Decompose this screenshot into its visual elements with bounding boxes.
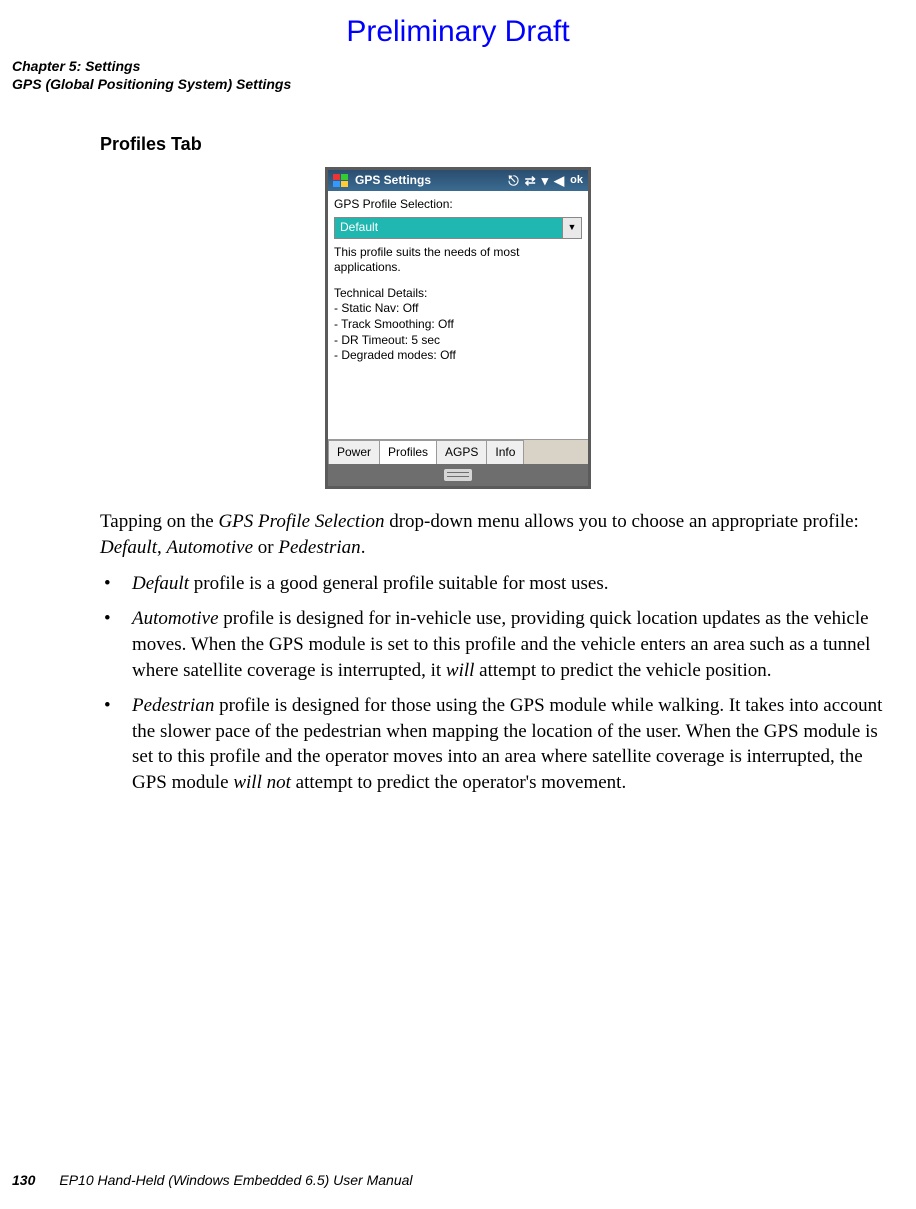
text: attempt to predict the vehicle position. xyxy=(474,660,771,681)
term-pedestrian: Pedestrian xyxy=(278,537,360,558)
term-automotive: Automotive xyxy=(132,608,219,629)
text: , xyxy=(157,537,167,558)
volume-icon[interactable]: ◀ xyxy=(554,174,564,187)
tech-degraded: Degraded modes: Off xyxy=(334,348,582,364)
section-title: Profiles Tab xyxy=(100,133,904,156)
tech-dr-timeout: DR Timeout: 5 sec xyxy=(334,333,582,349)
bullet-default: Default profile is a good general profil… xyxy=(100,571,892,597)
profile-dropdown[interactable]: Default ▼ xyxy=(334,217,582,239)
start-flag-icon[interactable] xyxy=(333,174,349,188)
page-footer: 130 EP10 Hand-Held (Windows Embedded 6.5… xyxy=(12,1171,413,1189)
tech-track-smoothing: Track Smoothing: Off xyxy=(334,317,582,333)
draft-banner: Preliminary Draft xyxy=(12,12,904,51)
section-header: GPS (Global Positioning System) Settings xyxy=(12,75,904,93)
window-title: GPS Settings xyxy=(355,173,431,189)
term-default: Default xyxy=(100,537,157,558)
sync-icon[interactable]: ⇄ xyxy=(525,174,536,187)
profile-description: This profile suits the needs of most app… xyxy=(334,245,582,276)
ok-button[interactable]: ok xyxy=(570,173,583,187)
text: Tapping on the xyxy=(100,511,218,532)
device-body: GPS Profile Selection: Default ▼ This pr… xyxy=(328,191,588,439)
signal-icon[interactable]: ▾ xyxy=(542,174,549,187)
technical-details-list: Static Nav: Off Track Smoothing: Off DR … xyxy=(334,301,582,363)
term-gps-profile-selection: GPS Profile Selection xyxy=(218,511,384,532)
tab-profiles[interactable]: Profiles xyxy=(379,440,437,465)
profile-selection-label: GPS Profile Selection: xyxy=(334,197,582,213)
keyboard-icon[interactable] xyxy=(444,469,472,481)
term-automotive: Automotive xyxy=(167,537,254,558)
bullet-automotive: Automotive profile is designed for in-ve… xyxy=(100,606,892,683)
tab-agps[interactable]: AGPS xyxy=(436,440,487,465)
profile-dropdown-value[interactable]: Default xyxy=(334,217,563,239)
document-title: EP10 Hand-Held (Windows Embedded 6.5) Us… xyxy=(59,1171,412,1189)
term-default: Default xyxy=(132,573,189,594)
device-window: GPS Settings ⎋ ⇄ ▾ ◀ ok GPS Profile Sele… xyxy=(325,167,591,490)
term-will: will xyxy=(446,660,475,681)
chapter-header: Chapter 5: Settings xyxy=(12,57,904,75)
device-softkey-bar xyxy=(328,464,588,486)
page-number: 130 xyxy=(12,1171,35,1189)
bullet-pedestrian: Pedestrian profile is designed for those… xyxy=(100,693,892,796)
text: drop-down menu allows you to choose an a… xyxy=(384,511,858,532)
device-tabs: Power Profiles AGPS Info xyxy=(328,439,588,464)
embedded-screenshot: GPS Settings ⎋ ⇄ ▾ ◀ ok GPS Profile Sele… xyxy=(12,167,904,490)
body-text: Tapping on the GPS Profile Selection dro… xyxy=(100,509,892,795)
text: . xyxy=(361,537,366,558)
text: profile is a good general profile suitab… xyxy=(189,573,608,594)
connectivity-icon[interactable]: ⎋ xyxy=(508,174,518,187)
tab-power[interactable]: Power xyxy=(328,440,380,465)
tab-info[interactable]: Info xyxy=(486,440,524,465)
term-pedestrian: Pedestrian xyxy=(132,695,214,716)
profiles-bullet-list: Default profile is a good general profil… xyxy=(100,571,892,796)
device-titlebar: GPS Settings ⎋ ⇄ ▾ ◀ ok xyxy=(328,170,588,192)
text: or xyxy=(253,537,278,558)
chevron-down-icon[interactable]: ▼ xyxy=(563,217,582,239)
intro-paragraph: Tapping on the GPS Profile Selection dro… xyxy=(100,509,892,560)
tech-static-nav: Static Nav: Off xyxy=(334,301,582,317)
text: attempt to predict the opera­tor's movem… xyxy=(291,772,626,793)
term-will-not: will not xyxy=(233,772,291,793)
technical-details-header: Technical Details: xyxy=(334,286,582,302)
